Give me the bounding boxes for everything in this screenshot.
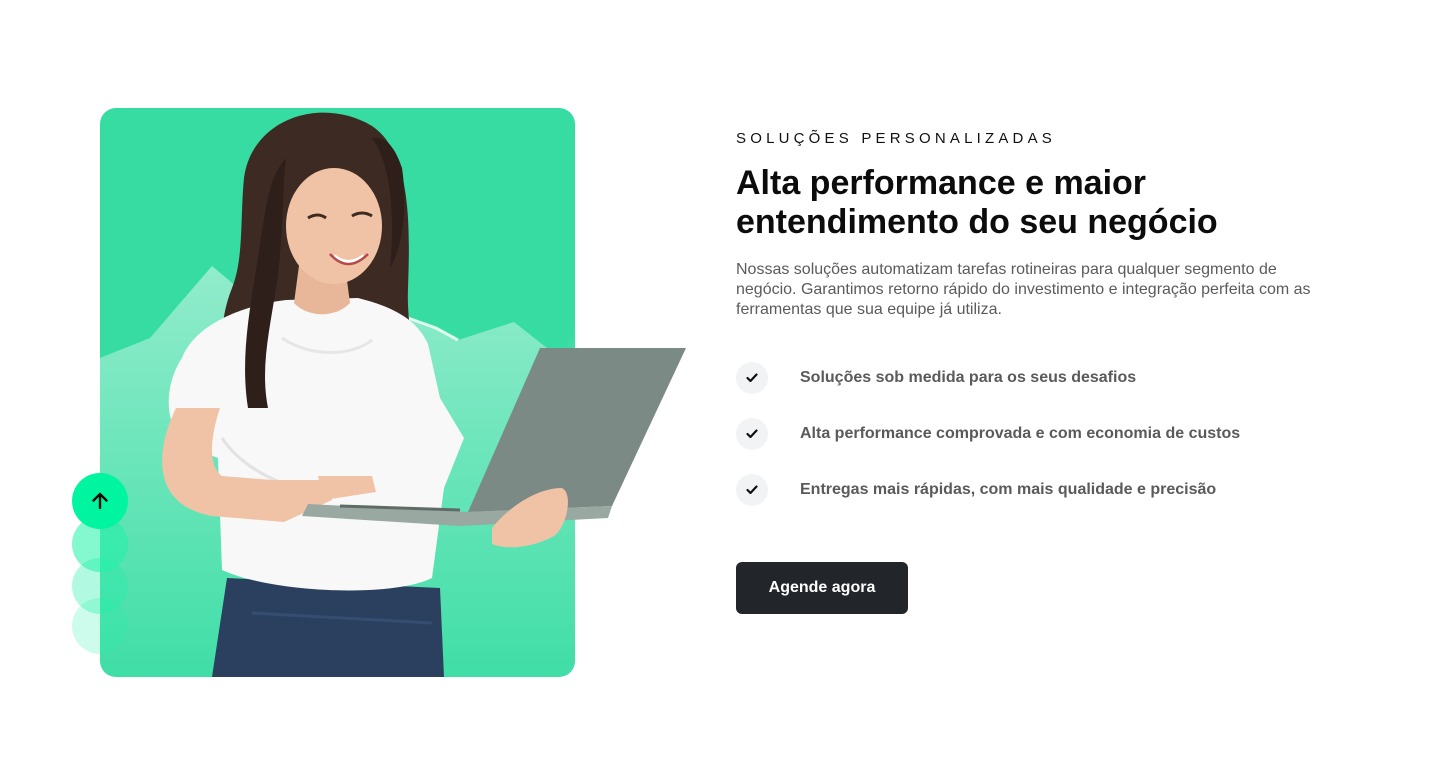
check-icon (736, 362, 768, 394)
check-icon (736, 474, 768, 506)
content-column: SOLUÇÕES PERSONALIZADAS Alta performance… (736, 128, 1336, 530)
feature-label: Entregas mais rápidas, com mais qualidad… (800, 481, 1217, 498)
feature-label: Soluções sob medida para os seus desafio… (800, 369, 1137, 386)
feature-list: Soluções sob medida para os seus desafio… (736, 362, 1336, 506)
check-icon (736, 418, 768, 450)
section-headline: Alta performance e maior entendimento do… (736, 164, 1218, 241)
feature-item: Entregas mais rápidas, com mais qualidad… (736, 474, 1336, 506)
section-description: Nossas soluções automatizam tarefas roti… (736, 261, 1311, 318)
hero-image-area (72, 108, 692, 677)
page: SOLUÇÕES PERSONALIZADAS Alta performance… (0, 0, 1440, 781)
hero-photo (100, 112, 692, 677)
feature-item: Alta performance comprovada e com econom… (736, 418, 1336, 450)
feature-item: Soluções sob medida para os seus desafio… (736, 362, 1336, 394)
scroll-up-button[interactable] (72, 473, 128, 529)
feature-label: Alta performance comprovada e com econom… (800, 425, 1241, 442)
schedule-now-button[interactable]: Agende agora (736, 562, 908, 614)
section-eyebrow: SOLUÇÕES PERSONALIZADAS (736, 130, 1056, 147)
arrow-up-icon (92, 492, 108, 510)
